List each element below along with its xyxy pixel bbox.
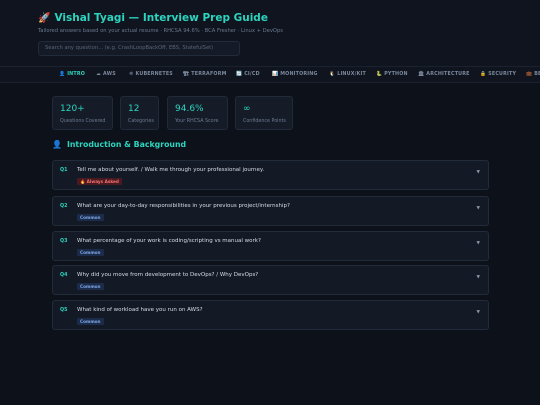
snake-icon: 🐍: [376, 72, 383, 77]
stat-card-questions: 120+ Questions Covered: [52, 96, 113, 130]
stat-value: 94.6%: [175, 104, 204, 114]
lock-icon: 🔒: [480, 72, 487, 77]
page-title: 🚀 Vishal Tyagi — Interview Prep Guide: [38, 12, 268, 24]
columns-icon: 🏛: [418, 72, 425, 77]
section-title: 👤 Introduction & Background: [52, 140, 186, 149]
question-card[interactable]: Q5 What kind of workload have you run on…: [52, 300, 489, 330]
penguin-icon: 🐧: [329, 72, 336, 77]
always-asked-badge: 🔥 Always Asked: [77, 178, 122, 185]
question-card[interactable]: Q1 Tell me about yourself. / Walk me thr…: [52, 160, 489, 190]
chevron-down-icon[interactable]: ▼: [477, 241, 480, 246]
chevron-down-icon[interactable]: ▼: [477, 275, 480, 280]
chevron-down-icon[interactable]: ▼: [477, 206, 480, 211]
stat-card-confidence: ∞ Confidence Points: [235, 96, 293, 130]
page-title-text: Vishal Tyagi — Interview Prep Guide: [54, 12, 268, 24]
tab-label: PYTHON: [384, 72, 408, 77]
tab-monitoring[interactable]: 📊 MONITORING: [272, 67, 318, 82]
rocket-icon: 🚀: [38, 12, 51, 24]
question-card[interactable]: Q3 What percentage of your work is codin…: [52, 231, 489, 261]
tab-python[interactable]: 🐍 PYTHON: [376, 67, 408, 82]
stat-card-categories: 12 Categories: [120, 96, 159, 130]
question-number: Q5: [60, 308, 68, 313]
question-text: Tell me about yourself. / Walk me throug…: [77, 167, 265, 173]
stat-value: ∞: [243, 104, 251, 114]
chevron-down-icon[interactable]: ▼: [477, 170, 480, 175]
chevron-down-icon[interactable]: ▼: [477, 310, 480, 315]
common-badge: Common: [77, 318, 104, 325]
question-text: Why did you move from development to Dev…: [77, 272, 259, 278]
question-number: Q4: [60, 273, 68, 278]
tab-terraform[interactable]: 🏗 TERRAFORM: [183, 67, 227, 82]
chart-icon: 📊: [272, 72, 279, 77]
building-icon: 🏗: [183, 72, 190, 77]
stat-label: Confidence Points: [243, 119, 286, 124]
tab-label: CI/CD: [244, 72, 260, 77]
question-text: What are your day-to-day responsibilitie…: [77, 203, 290, 209]
search-input[interactable]: Search any question... (e.g. CrashLoopBa…: [38, 41, 240, 56]
tab-behavioral[interactable]: 💼BE: [526, 67, 540, 82]
question-card[interactable]: Q2 What are your day-to-day responsibili…: [52, 196, 489, 226]
tab-security[interactable]: 🔒 SECURITY: [480, 67, 517, 82]
question-text: What percentage of your work is coding/s…: [77, 238, 261, 244]
question-card[interactable]: Q4 Why did you move from development to …: [52, 265, 489, 295]
tab-label: KUBERNETES: [135, 72, 173, 77]
stat-card-rhcsa: 94.6% Your RHCSA Score: [167, 96, 228, 130]
tab-label: MONITORING: [280, 72, 318, 77]
common-badge: Common: [77, 214, 104, 221]
helm-icon: ☸: [129, 72, 134, 77]
common-badge: Common: [77, 249, 104, 256]
tab-intro[interactable]: 👤 INTRO: [59, 67, 86, 82]
page-header: 🚀 Vishal Tyagi — Interview Prep Guide Ta…: [0, 0, 540, 66]
tab-label: BE: [534, 72, 540, 77]
tab-label: TERRAFORM: [191, 72, 227, 77]
tab-label: INTRO: [67, 72, 86, 77]
tab-cicd[interactable]: 🔄 CI/CD: [236, 67, 260, 82]
tab-label: ARCHITECTURE: [426, 72, 470, 77]
question-text: What kind of workload have you run on AW…: [77, 307, 203, 313]
person-icon: 👤: [59, 72, 66, 77]
stat-value: 12: [128, 104, 140, 114]
question-number: Q2: [60, 204, 68, 209]
briefcase-icon: 💼: [526, 72, 533, 77]
cloud-icon: ☁: [96, 72, 101, 77]
tab-aws[interactable]: ☁ AWS: [96, 67, 116, 82]
category-tabs: 👤 INTRO ☁ AWS ☸ KUBERNETES 🏗 TERRAFORM 🔄 CI/C…: [0, 66, 540, 83]
stat-value: 120+: [60, 104, 85, 114]
tab-label: SECURITY: [488, 72, 517, 77]
refresh-icon: 🔄: [236, 72, 243, 77]
person-icon: 👤: [52, 140, 62, 149]
tab-label: LINUX/KIT: [337, 72, 366, 77]
stat-label: Questions Covered: [60, 119, 106, 124]
tab-architecture[interactable]: 🏛 ARCHITECTURE: [418, 67, 470, 82]
stat-label: Your RHCSA Score: [175, 119, 219, 124]
page-subtitle: Tailored answers based on your actual re…: [38, 28, 283, 34]
question-number: Q1: [60, 168, 68, 173]
question-number: Q3: [60, 239, 68, 244]
tab-label: AWS: [103, 72, 116, 77]
tab-kubernetes[interactable]: ☸ KUBERNETES: [129, 67, 173, 82]
tab-linux[interactable]: 🐧 LINUX/KIT: [329, 67, 366, 82]
stat-label: Categories: [128, 119, 154, 124]
common-badge: Common: [77, 283, 104, 290]
section-title-text: Introduction & Background: [66, 140, 187, 149]
